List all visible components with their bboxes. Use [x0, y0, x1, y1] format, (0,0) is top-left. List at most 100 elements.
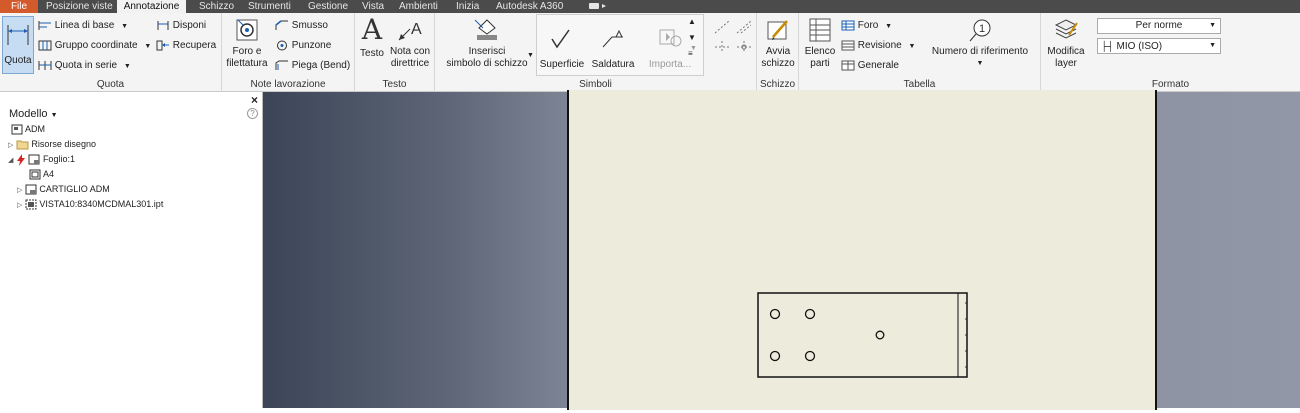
menu-bar: File Posizione viste Annotazione Schizzo…: [0, 0, 1300, 13]
saldatura-button[interactable]: Saldatura: [589, 27, 637, 71]
hole[interactable]: [769, 308, 781, 320]
dropdown-arrow-icon[interactable]: ▼: [885, 23, 892, 30]
gruppo-coordinate-label: Gruppo coordinate: [54, 40, 138, 52]
dropdown-arrow-icon[interactable]: ▼: [527, 52, 534, 59]
import-symbol-icon: [659, 29, 682, 47]
tab-gestione[interactable]: Gestione: [308, 0, 348, 13]
punzone-button[interactable]: Punzone: [275, 40, 331, 51]
weld-icon: [602, 29, 623, 48]
tab-autodesk-a360[interactable]: Autodesk A360: [496, 0, 563, 13]
expand-arrow-icon[interactable]: ▷: [17, 187, 22, 194]
generale-button[interactable]: Generale: [841, 60, 899, 71]
video-icon[interactable]: [587, 0, 609, 13]
tree-item-risorse-disegno[interactable]: ▷ Risorse disegno: [8, 138, 96, 150]
dropdown-arrow-icon[interactable]: ▼: [121, 23, 128, 30]
tab-inizia[interactable]: Inizia: [456, 0, 479, 13]
drawing-sheet[interactable]: [567, 90, 1157, 410]
gruppo-coordinate-button[interactable]: Gruppo coordinate ▼: [38, 40, 151, 51]
hole-thread-icon: [236, 19, 258, 41]
foro-label-2: filettatura: [226, 58, 268, 69]
tree-item-foglio[interactable]: ◢ Foglio:1: [8, 153, 75, 166]
superficie-button[interactable]: Superficie: [538, 27, 586, 71]
linea-di-base-label: Linea di base: [54, 20, 115, 32]
gallery-up-icon[interactable]: ▲: [688, 17, 696, 26]
general-table-icon: [841, 60, 855, 71]
tree-item-adm[interactable]: ADM: [11, 123, 45, 135]
svg-text:A: A: [411, 21, 422, 38]
datum-icon-2[interactable]: [735, 19, 753, 38]
recupera-button[interactable]: Recupera: [156, 40, 216, 51]
centermark-icon[interactable]: [713, 39, 731, 58]
close-icon[interactable]: ×: [251, 93, 258, 107]
part-outline[interactable]: [757, 292, 968, 378]
gallery-down-icon[interactable]: ▼: [688, 33, 696, 42]
panel-formato: Modifica layer Per norme ▼ ├┤ MIO (ISO) …: [1041, 13, 1300, 92]
tree-item-vista10[interactable]: ▷ VISTA10:8340MCDMAL301.ipt: [17, 198, 163, 210]
inserisci-simbolo-button[interactable]: Inserisci simbolo di schizzo: [441, 17, 533, 70]
quota-in-serie-label: Quota in serie: [54, 60, 118, 72]
drawing-view-icon: [25, 199, 37, 210]
expand-arrow-icon[interactable]: ▷: [17, 202, 22, 209]
panel-title-note-lavorazione: Note lavorazione: [250, 79, 326, 90]
quota-in-serie-button[interactable]: Quota in serie ▼: [38, 60, 131, 71]
linea-di-base-button[interactable]: Linea di base ▼: [38, 20, 128, 31]
datum-icon-1[interactable]: [713, 19, 731, 38]
drawing-canvas[interactable]: [263, 90, 1300, 410]
tree-item-label: ADM: [25, 124, 46, 134]
folder-icon: [16, 140, 29, 150]
elenco-label-1: Elenco: [804, 46, 836, 57]
line-style-icon: ├┤: [1101, 41, 1114, 51]
nota-direttrice-button[interactable]: A Nota con direttrice: [388, 17, 432, 70]
panel-testo: A Testo A Nota con direttrice Testo: [355, 13, 435, 92]
elenco-label-2: parti: [810, 58, 830, 69]
tab-annotazione[interactable]: Annotazione: [117, 0, 186, 13]
text-a-icon: A: [361, 13, 383, 46]
centerline-pattern-icon[interactable]: [735, 39, 753, 58]
avvia-schizzo-button[interactable]: Avvia schizzo: [758, 17, 798, 70]
tree-item-a4[interactable]: A4: [29, 168, 54, 180]
panel-note-lavorazione: Foro e filettatura Smusso Punzone Piega …: [222, 13, 355, 92]
foro-table-button[interactable]: Foro ▼: [841, 20, 892, 31]
style-select[interactable]: Per norme ▼: [1097, 18, 1221, 34]
elenco-parti-button[interactable]: Elenco parti: [801, 17, 839, 70]
tab-posizione-viste[interactable]: Posizione viste: [46, 0, 113, 13]
hole[interactable]: [875, 330, 885, 340]
active-sheet-icon: [16, 153, 25, 166]
foro-filettatura-button[interactable]: Foro e filettatura: [225, 17, 269, 70]
part-view[interactable]: [569, 90, 1155, 410]
hole[interactable]: [804, 308, 816, 320]
piega-label: Piega (Bend): [291, 60, 351, 72]
tab-file[interactable]: File: [0, 0, 38, 13]
piega-button[interactable]: Piega (Bend): [275, 60, 350, 71]
dropdown-arrow-icon[interactable]: ▼: [144, 43, 151, 50]
help-icon[interactable]: ?: [247, 108, 258, 119]
numero-riferimento-button[interactable]: 1 Numero di riferimento ▼: [925, 17, 1035, 70]
hole[interactable]: [769, 350, 781, 362]
tree-item-cartiglio[interactable]: ▷ CARTIGLIO ADM: [17, 183, 110, 195]
chevron-down-icon: ▼: [50, 112, 58, 119]
nota-label-1: Nota con: [389, 46, 431, 57]
punzone-label: Punzone: [291, 40, 332, 52]
tab-schizzo[interactable]: Schizzo: [199, 0, 234, 13]
generale-label: Generale: [857, 60, 899, 72]
disponi-button[interactable]: Disponi: [156, 20, 206, 31]
testo-button[interactable]: A Testo: [357, 15, 387, 60]
tab-strumenti[interactable]: Strumenti: [248, 0, 291, 13]
hole[interactable]: [804, 350, 816, 362]
dropdown-arrow-icon[interactable]: ▼: [925, 58, 1035, 70]
tree-item-label: Risorse disegno: [31, 139, 96, 149]
tab-vista[interactable]: Vista: [362, 0, 384, 13]
layer-select[interactable]: ├┤ MIO (ISO) ▼: [1097, 38, 1221, 54]
tab-ambienti[interactable]: Ambienti: [399, 0, 438, 13]
browser-title[interactable]: Modello ▼: [9, 108, 58, 120]
revisione-button[interactable]: Revisione ▼: [841, 40, 915, 51]
dropdown-arrow-icon[interactable]: ▼: [908, 43, 915, 50]
gallery-expand-icon[interactable]: ≡: [688, 49, 693, 58]
smusso-button[interactable]: Smusso: [275, 20, 328, 31]
modifica-layer-button[interactable]: Modifica layer: [1043, 17, 1089, 70]
dropdown-arrow-icon[interactable]: ▼: [124, 63, 131, 70]
nota-label-2: direttrice: [390, 58, 430, 69]
collapse-arrow-icon[interactable]: ◢: [8, 157, 13, 164]
expand-arrow-icon[interactable]: ▷: [8, 142, 13, 149]
quota-button[interactable]: Quota: [2, 16, 34, 74]
